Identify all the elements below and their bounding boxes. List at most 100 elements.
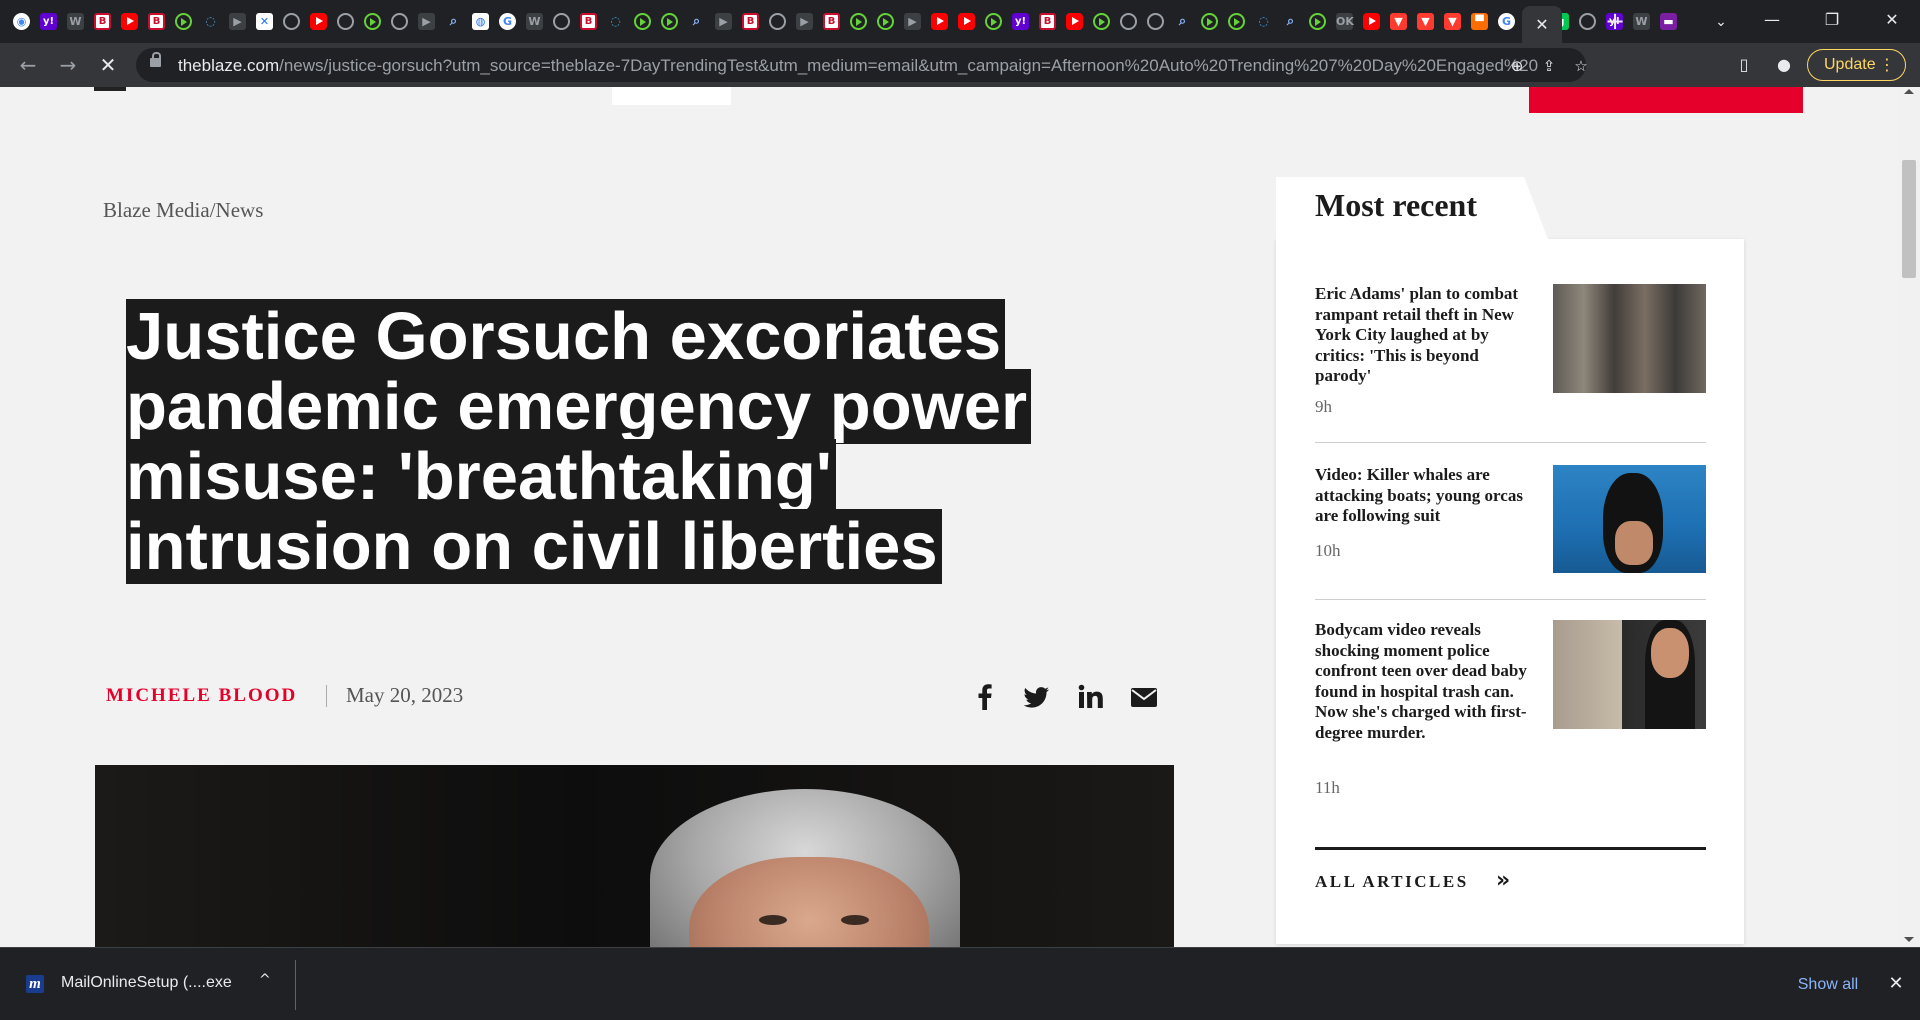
browser-tab[interactable]: ◌ [197,8,224,35]
browser-tab[interactable]: ▶ [413,8,440,35]
browser-tab[interactable]: ▀ [1466,8,1493,35]
browser-tab[interactable] [278,8,305,35]
side-panel-icon[interactable]: ▯ [1732,53,1756,77]
browser-tab[interactable]: ⌕ [440,8,467,35]
download-file-name[interactable]: MailOnlineSetup (....exe [61,974,232,992]
news-item-thumbnail[interactable] [1553,620,1706,729]
tab-close-icon[interactable]: ✕ [1535,15,1548,34]
browser-tab[interactable]: y! [35,8,62,35]
browser-tab[interactable]: ▶ [224,8,251,35]
scroll-down-arrow-icon[interactable] [1904,937,1914,942]
tab-search-button[interactable]: ⌄ [1709,10,1733,34]
back-button[interactable]: ← [14,51,42,79]
browser-tab[interactable]: ▼ [1439,8,1466,35]
news-item-thumbnail[interactable] [1553,284,1706,393]
lock-icon[interactable] [150,52,161,67]
active-tab[interactable]: ✕ [1522,6,1562,43]
browser-tab[interactable] [1088,8,1115,35]
browser-tab[interactable]: ⌕ [1169,8,1196,35]
browser-tab[interactable] [548,8,575,35]
twitter-icon[interactable] [1021,682,1051,712]
browser-tab[interactable] [980,8,1007,35]
browser-tab[interactable]: W [62,8,89,35]
browser-tab[interactable]: G [1493,8,1520,35]
browser-tab[interactable] [1223,8,1250,35]
browser-tab[interactable] [656,8,683,35]
browser-tab[interactable] [764,8,791,35]
facebook-icon[interactable] [970,682,1000,712]
browser-tab[interactable] [386,8,413,35]
browser-tab[interactable]: ▶ [899,8,926,35]
browser-tab[interactable]: ⌕ [683,8,710,35]
browser-tab[interactable] [1358,8,1385,35]
browser-tab[interactable]: B [575,8,602,35]
browser-tab[interactable] [926,8,953,35]
browser-tab[interactable] [359,8,386,35]
browser-tab[interactable] [170,8,197,35]
menu-dots-icon[interactable]: ⋮ [1879,50,1895,80]
header-subscribe-remnant[interactable] [1529,87,1803,113]
browser-tab[interactable]: ◌ [1250,8,1277,35]
page-scrollbar[interactable] [1899,87,1920,947]
author-link[interactable]: Michele Blood [106,685,297,707]
share-icon[interactable]: ⇪ [1538,55,1560,77]
browser-tab[interactable] [305,8,332,35]
linkedin-icon[interactable] [1076,682,1106,712]
browser-tab[interactable]: ◍ [467,8,494,35]
browser-tab[interactable]: ◌ [602,8,629,35]
browser-tab[interactable]: W [1628,8,1655,35]
minimize-button[interactable]: — [1742,0,1802,40]
browser-tab[interactable]: y! [1007,8,1034,35]
browser-tab[interactable]: ▶ [710,8,737,35]
new-tab-button[interactable]: + [1601,8,1629,36]
restore-button[interactable]: ❐ [1802,0,1862,40]
zoom-icon[interactable]: ⊕ [1506,55,1528,77]
news-item-title[interactable]: Eric Adams' plan to combat rampant retai… [1315,284,1530,387]
browser-tab[interactable] [332,8,359,35]
profile-icon[interactable]: ● [1772,53,1796,77]
browser-tab[interactable] [1304,8,1331,35]
show-all-button[interactable]: Show all [1783,973,1873,997]
browser-tab[interactable] [116,8,143,35]
browser-tab[interactable]: W [521,8,548,35]
all-articles-link[interactable]: ALL ARTICLES [1315,872,1469,892]
double-chevron-right-icon[interactable]: » [1496,868,1510,893]
news-item-title[interactable]: Bodycam video reveals shocking moment po… [1315,620,1530,743]
browser-tab[interactable] [1574,8,1601,35]
browser-tab[interactable]: ▼ [1412,8,1439,35]
browser-tab[interactable]: OK [1331,8,1358,35]
browser-tab[interactable]: ▼ [1385,8,1412,35]
browser-tab[interactable]: G [494,8,521,35]
browser-tab[interactable]: ✕ [251,8,278,35]
browser-tab[interactable] [1142,8,1169,35]
browser-tab[interactable]: ⌕ [1277,8,1304,35]
browser-tab[interactable] [1061,8,1088,35]
forward-button[interactable]: → [54,51,82,79]
browser-tab[interactable] [872,8,899,35]
url-text[interactable]: theblaze.com/news/justice-gorsuch?utm_so… [178,56,1538,76]
browser-tab[interactable] [1196,8,1223,35]
breadcrumb[interactable]: Blaze Media/News [103,198,263,223]
browser-tab[interactable] [953,8,980,35]
browser-tab[interactable] [1115,8,1142,35]
bookmark-star-icon[interactable]: ☆ [1570,55,1592,77]
address-bar[interactable]: theblaze.com/news/justice-gorsuch?utm_so… [136,48,1588,82]
mailonline-file-icon[interactable]: m [26,975,44,993]
news-item-thumbnail[interactable] [1553,465,1706,573]
browser-tab[interactable]: B [143,8,170,35]
browser-tab[interactable]: ◉ [8,8,35,35]
browser-tab[interactable] [845,8,872,35]
email-icon[interactable] [1129,682,1159,712]
news-item[interactable]: Video: Killer whales are attacking boats… [1315,465,1706,573]
close-download-bar-icon[interactable]: ✕ [1884,972,1908,996]
browser-tab[interactable]: B [1034,8,1061,35]
news-item-title[interactable]: Video: Killer whales are attacking boats… [1315,465,1530,527]
chevron-up-icon[interactable]: ^ [259,972,271,988]
close-window-button[interactable]: ✕ [1862,0,1920,40]
browser-tab[interactable]: B [818,8,845,35]
news-item[interactable]: Bodycam video reveals shocking moment po… [1315,620,1706,800]
browser-tab[interactable]: ▶ [791,8,818,35]
news-item[interactable]: Eric Adams' plan to combat rampant retai… [1315,284,1706,416]
scroll-thumb[interactable] [1902,160,1916,278]
browser-tab[interactable] [629,8,656,35]
